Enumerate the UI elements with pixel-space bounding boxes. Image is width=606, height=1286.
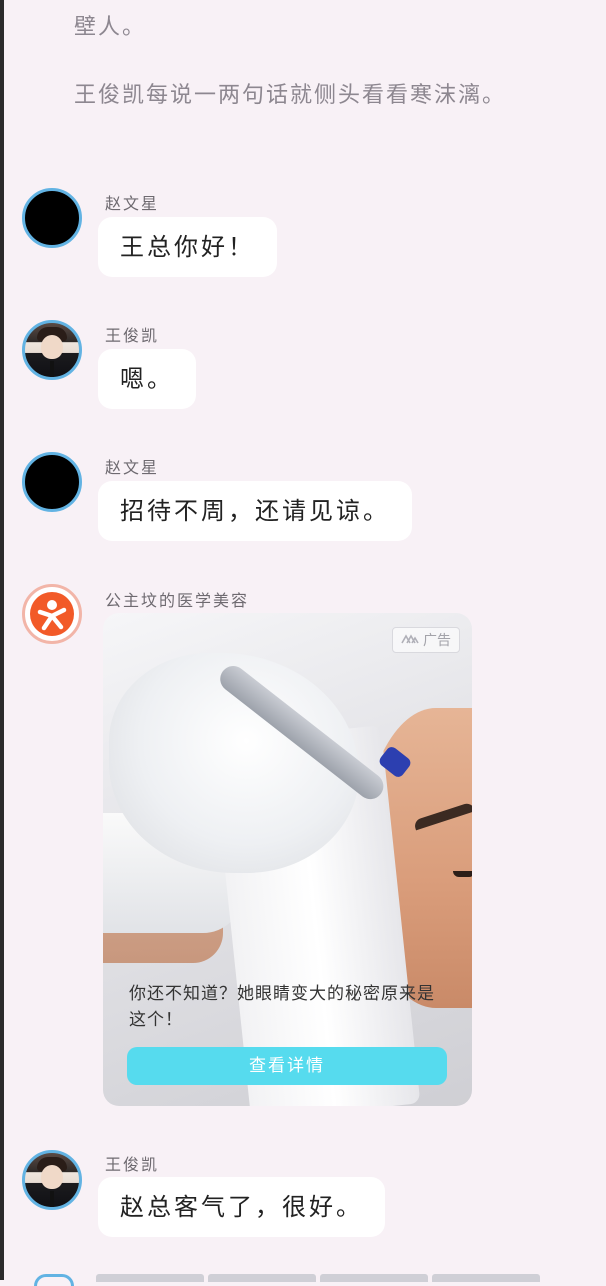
ad-logo-icon [401, 632, 419, 648]
left-edge [0, 0, 4, 1280]
narration-text: 壁人。 [74, 15, 147, 40]
view-details-button[interactable]: 查看详情 [127, 1047, 447, 1085]
avatar[interactable] [22, 452, 82, 512]
avatar-tie [50, 361, 54, 377]
brand-avatar[interactable] [22, 584, 82, 644]
image-tile[interactable] [96, 1274, 204, 1282]
sender-name: 王俊凯 [105, 326, 160, 345]
sender-name: 赵文星 [105, 458, 160, 477]
brand-logo-icon [30, 592, 74, 636]
sender-name: 赵文星 [105, 194, 160, 213]
avatar[interactable] [22, 188, 82, 248]
avatar-face [41, 1165, 63, 1189]
image-tile[interactable] [320, 1274, 428, 1282]
ad-image-eye [453, 871, 472, 877]
avatar-tie [50, 1191, 54, 1207]
ad-caption: 你还不知道？她眼睛变大的秘密原来是这个！ [129, 984, 435, 1030]
sender-name: 王俊凯 [105, 1155, 160, 1174]
message-bubble[interactable]: 赵总客气了，很好。 [98, 1177, 385, 1237]
sender-name: 公主坟的医学美容 [105, 591, 250, 610]
next-avatar-edge [34, 1274, 74, 1286]
image-tile[interactable] [432, 1274, 540, 1282]
avatar-face [41, 335, 63, 359]
next-image-strip [96, 1274, 540, 1282]
message-bubble[interactable]: 王总你好！ [98, 217, 277, 277]
message-bubble[interactable]: 嗯。 [98, 349, 196, 409]
ad-badge-label: 广告 [423, 633, 451, 649]
ad-badge: 广告 [392, 627, 460, 653]
message-bubble[interactable]: 招待不周，还请见谅。 [98, 481, 412, 541]
avatar[interactable] [22, 320, 82, 380]
image-tile[interactable] [208, 1274, 316, 1282]
ad-card[interactable]: 广告 你还不知道？她眼睛变大的秘密原来是这个！ 查看详情 [103, 613, 472, 1106]
avatar[interactable] [22, 1150, 82, 1210]
narration-text: 王俊凯每说一两句话就侧头看看寒沫漓。 [74, 83, 507, 108]
